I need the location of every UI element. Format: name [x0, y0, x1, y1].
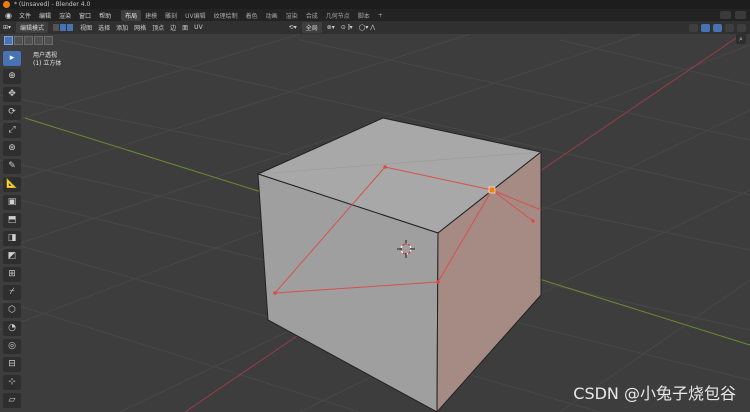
vertex-mid[interactable]: [436, 280, 440, 284]
shading-mode-icon[interactable]: [737, 23, 746, 32]
select-mode-new-icon[interactable]: [4, 35, 13, 45]
xray-toggle-icon[interactable]: [725, 23, 734, 32]
edge-select-icon[interactable]: [60, 24, 67, 31]
loop-cut-icon[interactable]: ⊞: [3, 267, 21, 282]
shear-icon[interactable]: ▱: [3, 393, 21, 408]
measure-icon[interactable]: 📐: [3, 177, 21, 192]
menu-select[interactable]: 选择: [95, 23, 113, 32]
zoom-icon[interactable]: ⌕: [736, 34, 746, 44]
tab-layout[interactable]: 布局: [121, 9, 142, 21]
add-cube-icon[interactable]: ▣: [3, 195, 21, 210]
tab-geometry-nodes[interactable]: 几何节点: [322, 10, 354, 21]
cursor-icon[interactable]: ⊕: [3, 69, 21, 84]
select-mode-invert-icon[interactable]: [34, 35, 43, 45]
spin-icon[interactable]: ◔: [3, 321, 21, 336]
viewport-header: ⊞▾ 编辑模式 视图 选择 添加 网格 顶点 边 面 UV ⟲▾ 全局 ⊗▾ ⊙…: [0, 21, 750, 34]
tab-rendering[interactable]: 渲染: [282, 10, 302, 21]
tab-texture-paint[interactable]: 纹理绘制: [210, 10, 242, 21]
smooth-icon[interactable]: ◎: [3, 339, 21, 354]
tab-scripting[interactable]: 脚本: [354, 10, 374, 21]
extrude-icon[interactable]: ⬒: [3, 213, 21, 228]
edge-slide-icon[interactable]: ⊟: [3, 357, 21, 372]
menu-file[interactable]: 文件: [15, 11, 35, 20]
view-layer-button[interactable]: [735, 11, 746, 19]
menu-help[interactable]: 帮助: [95, 11, 115, 20]
menu-add[interactable]: 添加: [113, 23, 131, 32]
menu-edge[interactable]: 边: [167, 23, 179, 32]
menu-window[interactable]: 窗口: [75, 11, 95, 20]
menu-mesh[interactable]: 网格: [131, 23, 149, 32]
viewport-scene: [0, 34, 750, 412]
select-mode-intersect-icon[interactable]: [44, 35, 53, 45]
rotate-icon[interactable]: ⟳: [3, 105, 21, 120]
cube-mesh[interactable]: [256, 117, 543, 412]
viewport-info: 用户透视 (1) 立方体: [33, 52, 61, 68]
visibility-icon[interactable]: [689, 23, 698, 32]
editor-type-icon[interactable]: ⊞▾: [0, 24, 14, 31]
menu-uv[interactable]: UV: [191, 24, 206, 31]
mode-dropdown[interactable]: 编辑模式: [16, 22, 49, 33]
move-icon[interactable]: ✥: [3, 87, 21, 102]
face-select-icon[interactable]: [67, 24, 74, 31]
active-vertex[interactable]: [488, 186, 496, 194]
blender-menu-icon[interactable]: ◉: [4, 11, 13, 20]
select-box-icon[interactable]: ▸: [3, 51, 21, 66]
bevel-icon[interactable]: ◩: [3, 249, 21, 264]
pivot-icon[interactable]: ⊗▾: [324, 24, 338, 31]
scale-icon[interactable]: ⤢: [3, 123, 21, 138]
transform-icon[interactable]: ⊛: [3, 141, 21, 156]
3d-viewport[interactable]: [0, 34, 750, 412]
top-menu-bar: ◉ 文件 编辑 渲染 窗口 帮助 布局 建模 雕刻 UV编辑 纹理绘制 着色 动…: [0, 9, 750, 21]
tool-shelf: ▸ ⊕ ✥ ⟳ ⤢ ⊛ ✎ 📐 ▣ ⬒ ◨ ◩ ⊞ ⌿ ⬡ ◔ ◎ ⊟ ⊹ ▱: [3, 51, 21, 408]
menu-view[interactable]: 视图: [77, 23, 95, 32]
knife-icon[interactable]: ⌿: [3, 285, 21, 300]
menu-edit[interactable]: 编辑: [35, 11, 55, 20]
tab-shading[interactable]: 着色: [242, 10, 262, 21]
select-mode-extend-icon[interactable]: [14, 35, 23, 45]
vertex-top[interactable]: [383, 165, 387, 169]
orientation-icon[interactable]: ⟲▾: [286, 24, 300, 31]
vertex-select-icon[interactable]: [53, 24, 60, 31]
active-object-label: (1) 立方体: [33, 60, 62, 67]
scene-selector-button[interactable]: [720, 11, 731, 19]
orientation-dropdown[interactable]: 全局: [301, 22, 322, 33]
tab-compositing[interactable]: 合成: [302, 10, 322, 21]
select-mode-group: [53, 24, 74, 31]
overlay-toggle-icon[interactable]: [713, 23, 722, 32]
select-mode-subtract-icon[interactable]: [24, 35, 33, 45]
tab-sculpting[interactable]: 雕刻: [161, 10, 181, 21]
window-title: * (Unsaved) - Blender 4.0: [14, 1, 91, 8]
vertex-left[interactable]: [273, 291, 277, 295]
poly-build-icon[interactable]: ⬡: [3, 303, 21, 318]
menu-render[interactable]: 渲染: [55, 11, 75, 20]
proportional-edit-icon[interactable]: ◯▾ ⋀: [356, 24, 379, 31]
view-perspective-label: 用户透视: [33, 52, 58, 59]
menu-face[interactable]: 面: [179, 23, 191, 32]
blender-logo-icon: [3, 1, 10, 8]
snap-icon[interactable]: ⊙ ⫿▾: [338, 24, 356, 32]
viewport-subheader: [0, 34, 84, 46]
tab-modeling[interactable]: 建模: [141, 10, 161, 21]
nav-gizmo-buttons: ⌕: [736, 34, 746, 44]
shrink-icon[interactable]: ⊹: [3, 375, 21, 390]
gizmo-toggle-icon[interactable]: [701, 23, 710, 32]
annotate-icon[interactable]: ✎: [3, 159, 21, 174]
vertex-right[interactable]: [531, 219, 535, 223]
tab-uv-editing[interactable]: UV编辑: [181, 10, 210, 21]
title-bar: * (Unsaved) - Blender 4.0: [0, 0, 750, 9]
tab-animation[interactable]: 动画: [262, 10, 282, 21]
add-workspace-button[interactable]: +: [374, 11, 387, 20]
watermark: CSDN @小兔子烧包谷: [573, 384, 736, 403]
inset-icon[interactable]: ◨: [3, 231, 21, 246]
menu-vertex[interactable]: 顶点: [149, 23, 167, 32]
